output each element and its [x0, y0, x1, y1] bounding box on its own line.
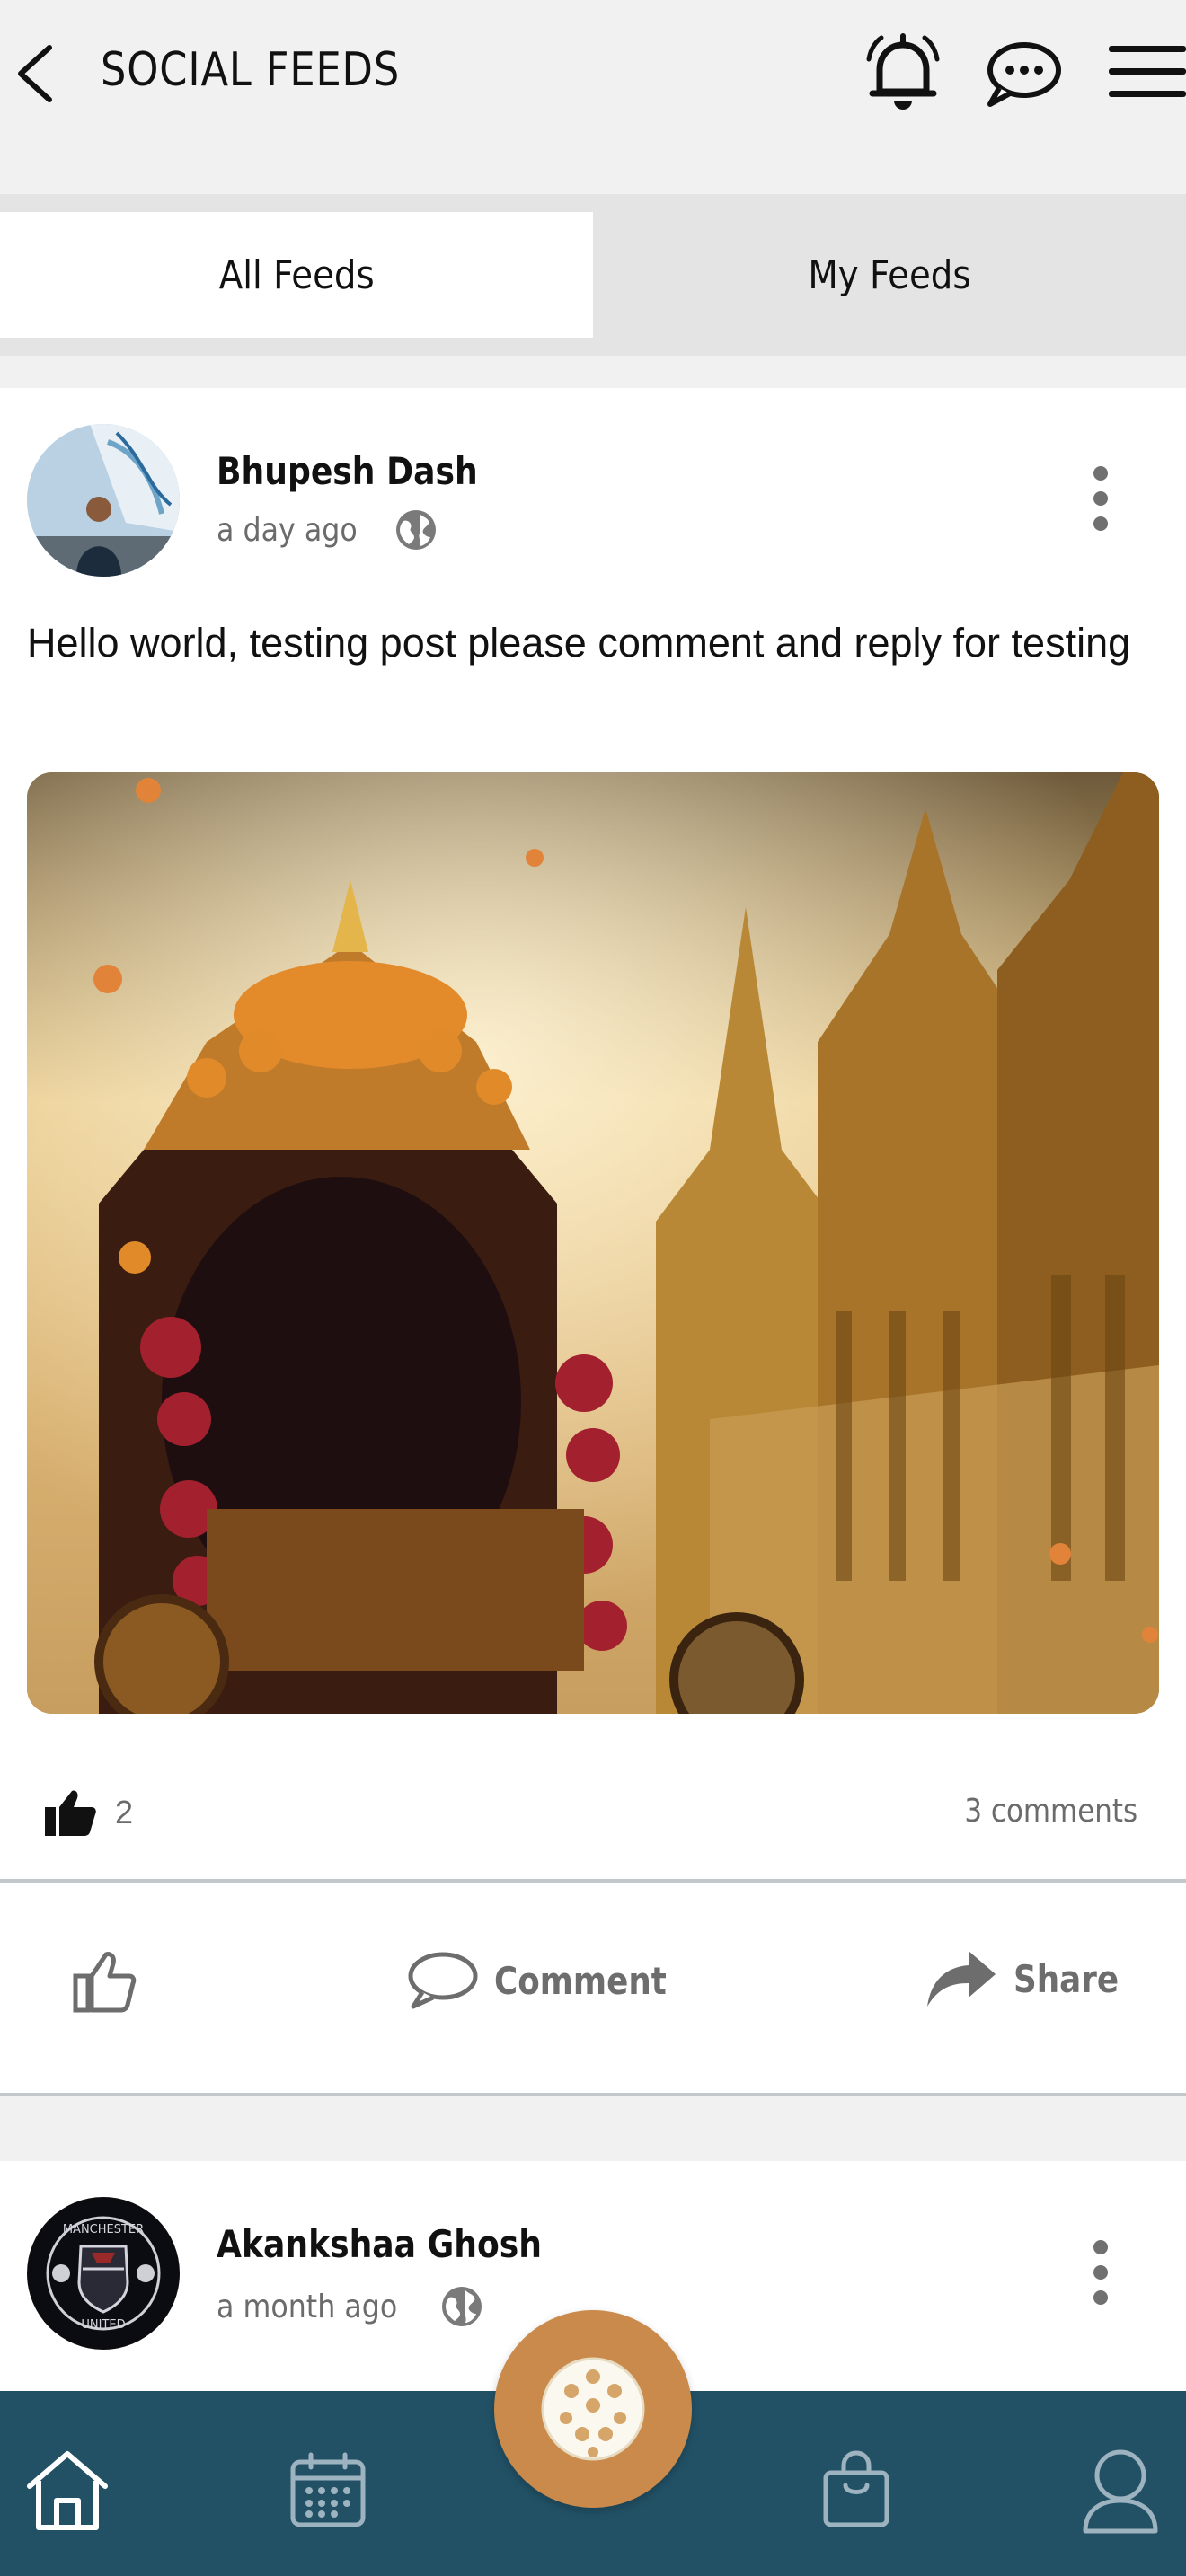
pickleball-fab-button[interactable]: [494, 2310, 692, 2508]
manchester-united-crest-logo: MANCHESTER UNITED: [31, 2201, 175, 2345]
comments-count[interactable]: 3 comments: [936, 1793, 1137, 1830]
home-icon: [27, 2451, 108, 2530]
post-meta: a month ago: [217, 2285, 483, 2328]
hamburger-menu-icon: [1109, 46, 1186, 97]
like-count[interactable]: 2: [43, 1787, 133, 1838]
comment-button[interactable]: Comment: [404, 1949, 697, 2012]
like-count-value: 2: [115, 1794, 134, 1831]
menu-button[interactable]: [1107, 36, 1186, 108]
bell-icon: [866, 33, 940, 110]
page-title: SOCIAL FEEDS: [101, 43, 401, 97]
comment-bubble-icon: [408, 1952, 478, 2009]
app-header: SOCIAL FEEDS: [0, 0, 1186, 148]
post-author[interactable]: Bhupesh Dash: [217, 449, 478, 493]
nav-shop[interactable]: [807, 2436, 906, 2544]
post-time: a month ago: [217, 2288, 398, 2325]
divider: [0, 1879, 1186, 1883]
share-button[interactable]: Share: [925, 1949, 1137, 2008]
thumbs-up-outline-icon: [73, 1952, 137, 2013]
nav-profile[interactable]: [1071, 2436, 1170, 2544]
avatar[interactable]: MANCHESTER UNITED: [27, 2197, 180, 2350]
avatar-photo: [27, 424, 180, 577]
post-options-button[interactable]: [1074, 454, 1128, 543]
post-time: a day ago: [217, 511, 358, 549]
like-button[interactable]: [72, 1949, 137, 2014]
crest-bottom-text: UNITED: [81, 2318, 125, 2332]
back-arrow-icon: [18, 45, 52, 102]
post-image[interactable]: [27, 772, 1159, 1714]
tab-all-feeds-label: All Feeds: [218, 251, 375, 298]
tab-all-feeds[interactable]: All Feeds: [0, 212, 593, 338]
post-text: Hello world, testing post please comment…: [27, 620, 1131, 666]
divider: [0, 2093, 1186, 2096]
comment-label: Comment: [494, 1958, 667, 2003]
globe-icon: [396, 510, 437, 550]
avatar[interactable]: [27, 424, 180, 577]
thumbs-up-filled-icon: [45, 1790, 96, 1836]
post-stats: 2 3 comments: [0, 1777, 1186, 1857]
more-vertical-icon-dot: [1093, 2265, 1108, 2280]
feed-tabs: All Feeds My Feeds: [0, 194, 1186, 356]
more-vertical-icon: [1093, 2240, 1108, 2254]
globe-icon: [441, 2287, 482, 2326]
more-vertical-icon-dot: [1093, 491, 1108, 506]
messages-button[interactable]: [981, 32, 1064, 115]
post-meta: a day ago: [217, 508, 438, 551]
notifications-button[interactable]: [858, 27, 948, 117]
post-author[interactable]: Akankshaa Ghosh: [217, 2222, 542, 2266]
more-vertical-icon-dot: [1093, 516, 1108, 531]
shopping-bag-icon: [823, 2450, 890, 2527]
share-arrow-icon: [927, 1951, 996, 2007]
tab-my-feeds-label: My Feeds: [808, 251, 971, 298]
profile-icon: [1083, 2449, 1158, 2534]
comments-count-label: 3 comments: [964, 1793, 1137, 1830]
more-vertical-icon-dot: [1093, 2290, 1108, 2305]
nav-home[interactable]: [18, 2436, 117, 2544]
calendar-icon: [290, 2452, 366, 2527]
tab-my-feeds[interactable]: My Feeds: [593, 194, 1186, 356]
post-actions: Comment Share: [0, 1886, 1186, 2093]
nav-calendar[interactable]: [279, 2436, 377, 2544]
chat-bubble-icon: [987, 42, 1061, 107]
post-options-button[interactable]: [1074, 2228, 1128, 2317]
pickleball-icon: [541, 2357, 645, 2461]
back-button[interactable]: [7, 38, 61, 110]
more-vertical-icon: [1093, 466, 1108, 481]
temple-chariot-illustration: [27, 772, 1159, 1714]
share-label: Share: [1013, 1956, 1120, 2001]
crest-top-text: MANCHESTER: [63, 2223, 144, 2236]
